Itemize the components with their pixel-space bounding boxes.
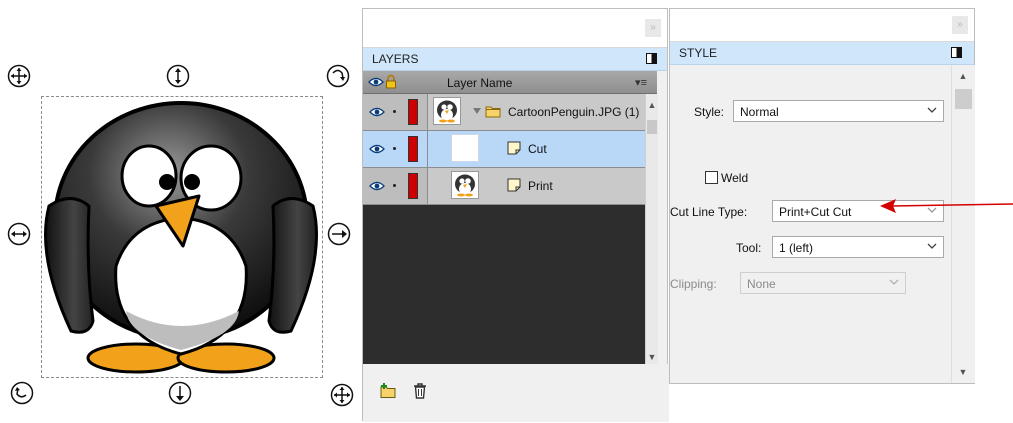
layer-color-swatch[interactable] xyxy=(408,136,418,162)
panel-dock-icon[interactable] xyxy=(951,47,962,58)
layer-thumbnail-penguin xyxy=(433,97,461,125)
scrollbar-thumb[interactable] xyxy=(647,120,657,134)
layer-row-group[interactable]: CartoonPenguin.JPG (1) xyxy=(363,94,645,131)
panel-dock-icon[interactable] xyxy=(646,53,657,64)
layers-title: LAYERS xyxy=(372,52,419,66)
style-label: Style: xyxy=(694,105,725,119)
layer-list: CartoonPenguin.JPG (1) Cut Print xyxy=(363,94,645,364)
layers-panel: » LAYERS Layer Name ▾≡ CartoonPenguin.JP… xyxy=(362,8,669,422)
cut-line-type-label: Cut Line Type: xyxy=(670,205,748,219)
scroll-up-icon[interactable]: ▲ xyxy=(646,98,658,112)
layer-row-controls xyxy=(363,94,428,130)
tool-select-value: 1 (left) xyxy=(779,241,814,255)
clipping-select-value: None xyxy=(747,277,776,291)
tool-select[interactable]: 1 (left) xyxy=(772,236,944,258)
add-layer-icon[interactable] xyxy=(379,382,397,400)
visibility-eye-icon[interactable] xyxy=(369,106,385,118)
layer-label-group: CartoonPenguin.JPG (1) xyxy=(508,105,640,119)
layer-page-icon xyxy=(507,178,521,192)
lock-toggle-dot[interactable] xyxy=(393,184,396,187)
scale-vertical-handle-icon[interactable] xyxy=(166,64,190,88)
chevron-down-icon xyxy=(927,243,937,249)
rotate-bottom-handle-icon[interactable] xyxy=(10,381,34,405)
weld-checkbox[interactable] xyxy=(705,171,718,184)
layers-title-bar: LAYERS xyxy=(363,48,667,71)
cut-line-type-value: Print+Cut Cut xyxy=(779,205,852,219)
panel-close-icon[interactable]: » xyxy=(645,19,661,37)
style-title: STYLE xyxy=(679,46,718,60)
layers-footer xyxy=(363,364,669,422)
folder-group-icon xyxy=(485,106,501,118)
style-select-value: Normal xyxy=(740,105,779,119)
scale-right-handle-icon[interactable] xyxy=(327,222,351,246)
penguin-image[interactable] xyxy=(41,96,321,376)
layer-row-controls xyxy=(363,131,428,167)
delete-layer-icon[interactable] xyxy=(411,382,429,400)
rotate-handle-icon[interactable] xyxy=(326,64,350,88)
scrollbar-thumb[interactable] xyxy=(955,89,972,109)
style-body: Style: Normal Weld Cut Line Type: Print+… xyxy=(670,65,950,383)
scale-horizontal-handle-icon[interactable] xyxy=(7,222,31,246)
layer-name-column-label: Layer Name xyxy=(447,76,513,90)
weld-label: Weld xyxy=(721,171,749,185)
lock-header-icon[interactable] xyxy=(385,74,397,89)
visibility-eye-icon[interactable] xyxy=(369,143,385,155)
chevron-down-icon xyxy=(927,107,937,113)
layer-row-print[interactable]: Print xyxy=(363,168,645,205)
layer-thumbnail-penguin xyxy=(451,171,479,199)
scale-bottom-handle-icon[interactable] xyxy=(168,381,192,405)
scroll-down-icon[interactable]: ▼ xyxy=(957,365,969,379)
panel-topbar: » xyxy=(670,9,974,42)
layer-row-controls xyxy=(363,168,428,204)
layer-thumbnail-blank xyxy=(451,134,479,162)
visibility-eye-icon[interactable] xyxy=(369,180,385,192)
lock-toggle-dot[interactable] xyxy=(393,110,396,113)
layer-color-swatch[interactable] xyxy=(408,99,418,125)
layer-color-swatch[interactable] xyxy=(408,173,418,199)
scroll-up-icon[interactable]: ▲ xyxy=(957,69,969,83)
layer-page-icon xyxy=(507,141,521,155)
chevron-down-icon xyxy=(889,279,899,285)
panel-close-icon[interactable]: » xyxy=(952,16,968,34)
tool-label: Tool: xyxy=(736,241,762,255)
layers-column-header: Layer Name ▾≡ xyxy=(363,71,657,94)
lock-toggle-dot[interactable] xyxy=(393,147,396,150)
layer-row-cut[interactable]: Cut xyxy=(363,131,645,168)
panel-topbar: » xyxy=(363,9,667,48)
scroll-down-icon[interactable]: ▼ xyxy=(646,350,658,364)
column-menu-icon[interactable]: ▾≡ xyxy=(635,76,647,89)
style-select[interactable]: Normal xyxy=(733,100,944,122)
clipping-select: None xyxy=(740,272,906,294)
layers-scrollbar[interactable]: ▲ ▼ xyxy=(645,94,658,364)
layer-label-cut: Cut xyxy=(528,142,547,156)
annotation-arrow-icon xyxy=(880,199,1013,213)
layer-label-print: Print xyxy=(528,179,553,193)
expand-collapse-icon[interactable] xyxy=(473,108,481,114)
visibility-header-eye-icon[interactable] xyxy=(368,76,384,88)
style-title-bar: STYLE xyxy=(670,42,974,65)
resize-corner-handle-icon[interactable] xyxy=(330,383,354,407)
clipping-label: Clipping: xyxy=(670,277,717,291)
move-handle-icon[interactable] xyxy=(7,64,31,88)
style-scrollbar[interactable]: ▲ ▼ xyxy=(951,65,975,383)
